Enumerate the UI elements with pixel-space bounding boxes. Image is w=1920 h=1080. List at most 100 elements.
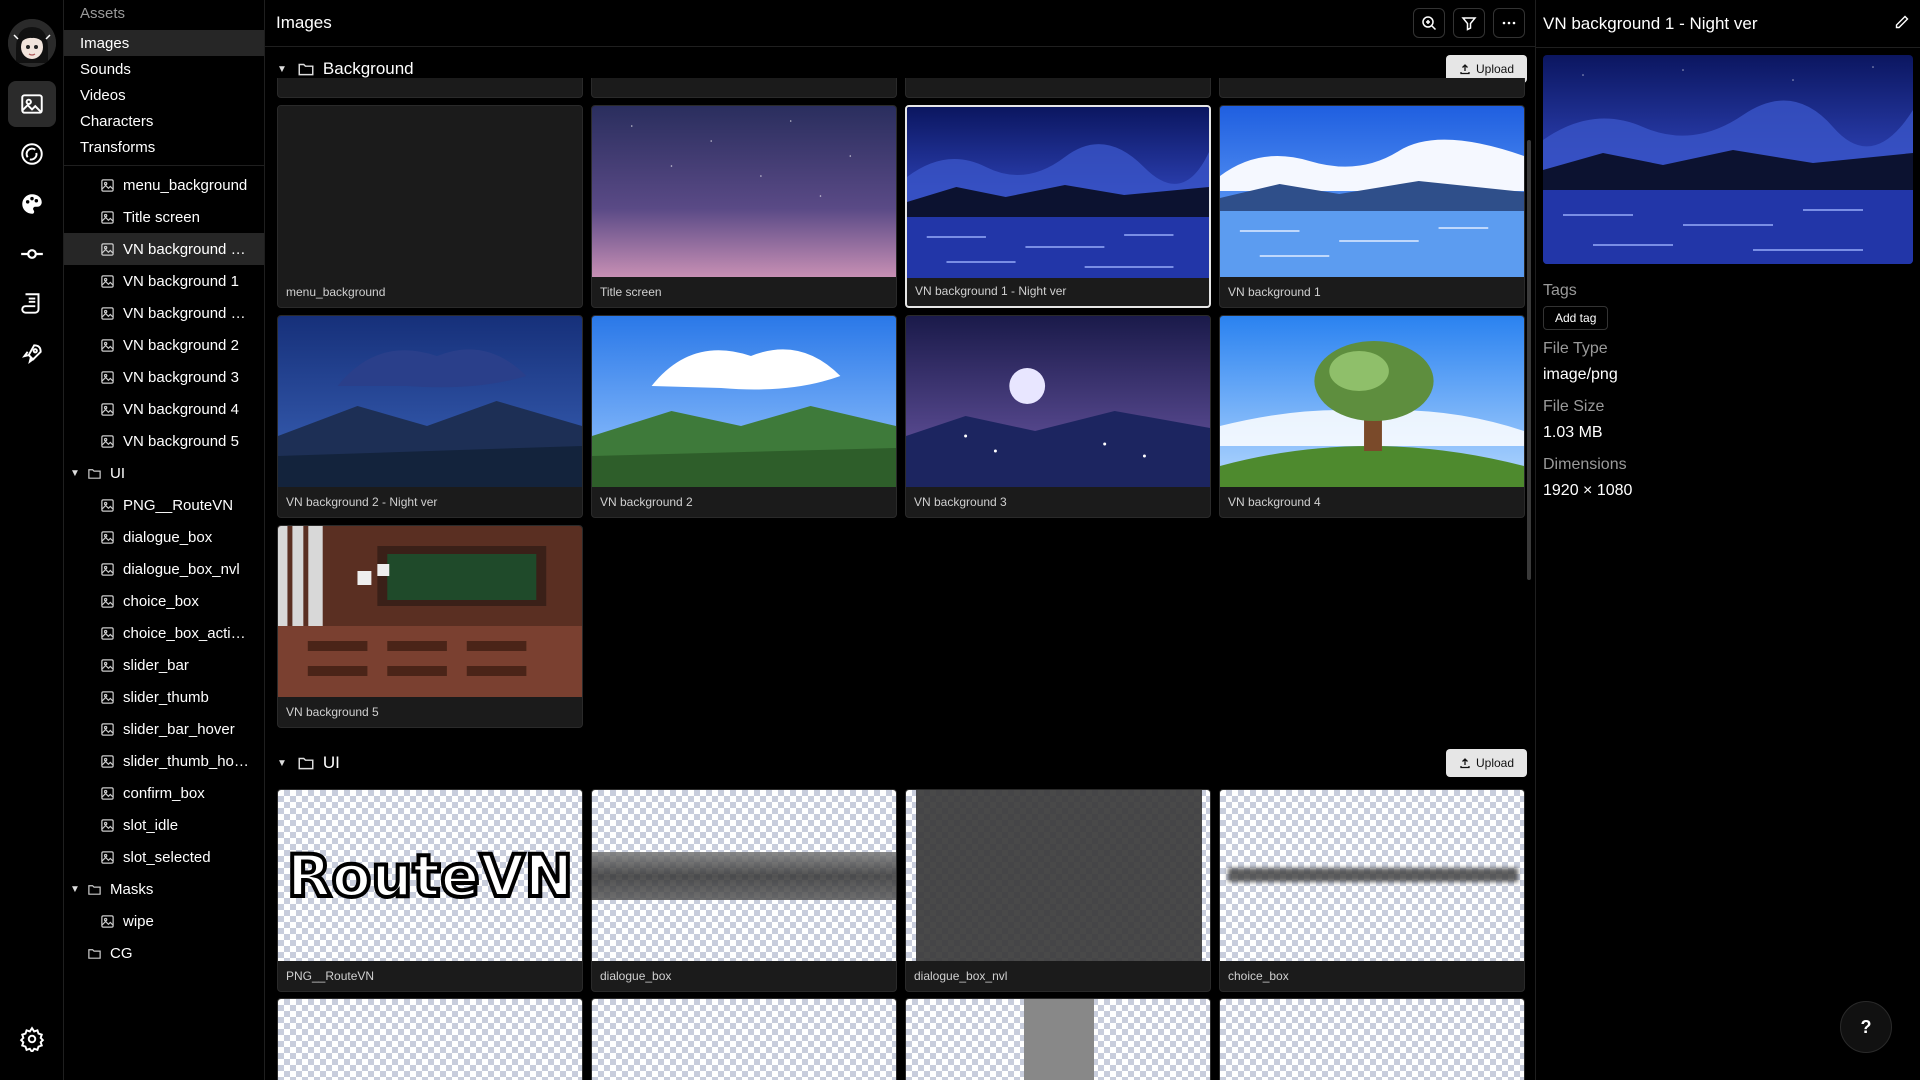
tree-item-label: wipe: [123, 912, 154, 930]
thumbnail: [906, 790, 1210, 961]
nav-item-images[interactable]: Images: [64, 30, 264, 56]
nav-item-videos[interactable]: Videos: [64, 82, 264, 108]
image-icon: [99, 561, 115, 577]
tree-item[interactable]: slot_selected: [64, 841, 264, 873]
asset-card[interactable]: [1219, 998, 1525, 1080]
tree-item-label: slider_bar_hover: [123, 720, 235, 738]
image-icon: [99, 369, 115, 385]
card-partial: [591, 78, 897, 98]
asset-tree: menu_background Title screen VN backgrou…: [64, 169, 264, 969]
tree-item[interactable]: VN background 4: [64, 393, 264, 425]
main-header: Images: [265, 0, 1535, 47]
image-icon: [99, 657, 115, 673]
settings-button[interactable]: [8, 1016, 56, 1062]
asset-card[interactable]: choice_box: [1219, 789, 1525, 992]
asset-card[interactable]: VN background 3: [905, 315, 1211, 518]
chevron-down-icon[interactable]: ▼: [277, 64, 287, 75]
chevron-down-icon[interactable]: ▼: [70, 468, 82, 479]
add-tag-button[interactable]: Add tag: [1543, 306, 1609, 330]
tree-item-label: slider_thumb: [123, 688, 209, 706]
scrollbar[interactable]: [1527, 140, 1531, 580]
sounds-nav-button[interactable]: [8, 131, 56, 177]
image-icon: [99, 913, 115, 929]
asset-card[interactable]: VN background 2: [591, 315, 897, 518]
transitions-nav-button[interactable]: [8, 231, 56, 277]
tree-item[interactable]: VN background 1: [64, 265, 264, 297]
asset-card[interactable]: VN background 1: [1219, 105, 1525, 308]
tree-item-label: choice_box_activat...: [123, 624, 253, 642]
tree-item[interactable]: Title screen: [64, 201, 264, 233]
asset-card-selected[interactable]: VN background 1 - Night ver: [905, 105, 1211, 308]
tree-item[interactable]: slider_bar_hover: [64, 713, 264, 745]
image-icon: [99, 209, 115, 225]
tree-item[interactable]: menu_background: [64, 169, 264, 201]
help-button[interactable]: ?: [1840, 1001, 1892, 1053]
tree-item[interactable]: VN background 2: [64, 329, 264, 361]
zoom-button[interactable]: [1413, 8, 1445, 38]
asset-card[interactable]: dialogue_box: [591, 789, 897, 992]
group-header-ui[interactable]: ▼ UI: [277, 753, 340, 773]
thumbnail: [592, 106, 896, 277]
chevron-down-icon[interactable]: ▼: [277, 758, 287, 769]
tree-item[interactable]: VN background 3: [64, 361, 264, 393]
image-icon: [99, 497, 115, 513]
avatar[interactable]: [8, 19, 56, 67]
image-icon: [99, 529, 115, 545]
nav-item-characters[interactable]: Characters: [64, 108, 264, 134]
asset-card[interactable]: RouteVN PNG__RouteVN: [277, 789, 583, 992]
palette-nav-button[interactable]: [8, 181, 56, 227]
dimensions-label: Dimensions: [1543, 456, 1627, 473]
asset-card[interactable]: [277, 998, 583, 1080]
images-nav-button[interactable]: [8, 81, 56, 127]
tree-folder-cg[interactable]: CG: [64, 937, 264, 969]
tree-folder-label: UI: [110, 464, 125, 482]
nav-item-sounds[interactable]: Sounds: [64, 56, 264, 82]
tree-folder-masks[interactable]: ▼ Masks: [64, 873, 264, 905]
image-icon: [99, 305, 115, 321]
asset-card[interactable]: dialogue_box_nvl: [905, 789, 1211, 992]
upload-label: Upload: [1475, 756, 1515, 770]
asset-card[interactable]: menu_background: [277, 105, 583, 308]
tree-item[interactable]: dialogue_box: [64, 521, 264, 553]
tree-item[interactable]: choice_box_activat...: [64, 617, 264, 649]
more-button[interactable]: [1493, 8, 1525, 38]
image-icon: [99, 849, 115, 865]
asset-card[interactable]: VN background 2 - Night ver: [277, 315, 583, 518]
tree-item[interactable]: slot_idle: [64, 809, 264, 841]
thumbnail: [278, 106, 582, 277]
asset-card[interactable]: VN background 5: [277, 525, 583, 728]
sidebar-divider: [64, 165, 264, 166]
tree-item[interactable]: confirm_box: [64, 777, 264, 809]
filter-button[interactable]: [1453, 8, 1485, 38]
scripts-nav-button[interactable]: [8, 281, 56, 327]
chevron-down-icon[interactable]: ▼: [70, 884, 82, 895]
palette-icon: [22, 194, 42, 214]
nav-item-transforms[interactable]: Transforms: [64, 134, 264, 160]
edit-button[interactable]: [1894, 14, 1912, 32]
folder-icon: [297, 754, 315, 772]
tree-item[interactable]: VN background 5: [64, 425, 264, 457]
tree-item[interactable]: dialogue_box_nvl: [64, 553, 264, 585]
asset-card[interactable]: [905, 998, 1211, 1080]
upload-button-ui[interactable]: Upload: [1446, 749, 1527, 777]
tree-item[interactable]: VN background 2 - ...: [64, 297, 264, 329]
asset-card-label: VN background 1: [1228, 285, 1321, 299]
tree-item[interactable]: choice_box: [64, 585, 264, 617]
tree-item[interactable]: PNG__RouteVN: [64, 489, 264, 521]
asset-card[interactable]: [591, 998, 897, 1080]
group-header-background[interactable]: ▼ Background: [277, 59, 414, 79]
asset-card[interactable]: VN background 4: [1219, 315, 1525, 518]
tree-item[interactable]: wipe: [64, 905, 264, 937]
publish-nav-button[interactable]: [8, 331, 56, 377]
asset-card[interactable]: Title screen: [591, 105, 897, 308]
tree-item-selected[interactable]: VN background 1 - ...: [64, 233, 264, 265]
app-window: Assets Images Sounds Videos Characters T…: [0, 0, 1920, 1080]
page-title: Images: [276, 13, 332, 32]
tree-folder-ui[interactable]: ▼ UI: [64, 457, 264, 489]
thumbnail: [1220, 106, 1524, 277]
thumbnail: [906, 999, 1210, 1080]
tree-item[interactable]: slider_thumb: [64, 681, 264, 713]
tree-item[interactable]: slider_bar: [64, 649, 264, 681]
tree-item[interactable]: slider_thumb_hover: [64, 745, 264, 777]
asset-card-label: VN background 3: [914, 495, 1007, 509]
